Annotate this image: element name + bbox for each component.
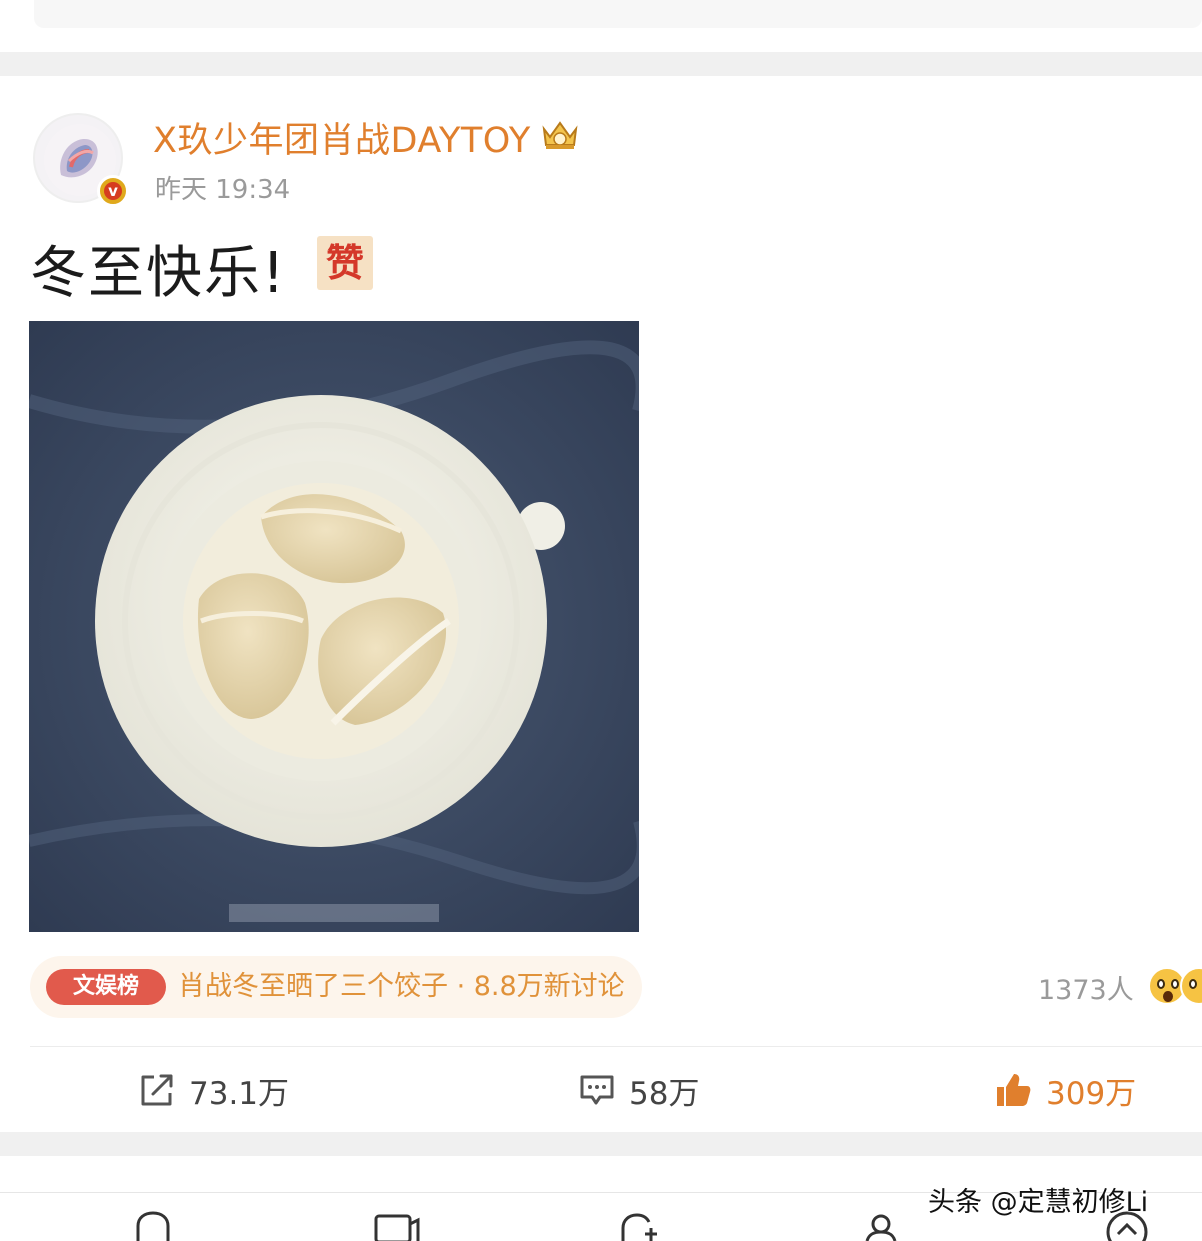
comment-button[interactable]: 58万 — [579, 1068, 699, 1112]
previous-card-bottom — [34, 0, 1202, 28]
hot-topic-banner[interactable]: 文娱榜 肖战冬至晒了三个饺子 · 8.8万新讨论 — [30, 956, 642, 1018]
topic-tag-badge: 文娱榜 — [46, 969, 166, 1005]
dumplings-photo — [29, 321, 639, 932]
topic-text: 肖战冬至晒了三个饺子 · 8.8万新讨论 — [178, 971, 625, 1002]
comment-count: 58万 — [629, 1075, 700, 1112]
post-image[interactable] — [29, 321, 639, 932]
home-icon[interactable] — [134, 1210, 172, 1241]
repost-count: 73.1万 — [189, 1075, 290, 1112]
avatar[interactable]: v — [33, 113, 129, 207]
crown-badge-icon — [542, 121, 578, 149]
reaction-count: 1373人 — [1038, 975, 1134, 1006]
post-text: 冬至快乐! — [30, 241, 287, 306]
comment-icon — [580, 1075, 614, 1105]
card-separator — [0, 1132, 1202, 1156]
discover-icon[interactable] — [619, 1210, 661, 1241]
grinning-face-icon[interactable] — [1180, 967, 1202, 1005]
watermark: 头条 @定慧初修Li — [928, 1187, 1149, 1218]
profile-icon[interactable] — [862, 1210, 900, 1241]
card-separator — [0, 52, 1202, 76]
like-count: 309万 — [1046, 1075, 1137, 1112]
verified-badge-icon: v — [97, 175, 129, 207]
repost-icon — [141, 1074, 173, 1106]
post-time: 昨天 19:34 — [155, 175, 291, 205]
repost-button[interactable]: 73.1万 — [139, 1068, 289, 1112]
zan-emoji-icon: 赞 — [317, 236, 373, 290]
author-name[interactable]: X玖少年团肖战DAYTOY — [153, 112, 531, 163]
video-icon[interactable] — [373, 1210, 421, 1241]
like-button[interactable]: 309万 — [994, 1068, 1136, 1112]
divider — [30, 1046, 1202, 1047]
thumbs-up-icon — [997, 1074, 1031, 1106]
